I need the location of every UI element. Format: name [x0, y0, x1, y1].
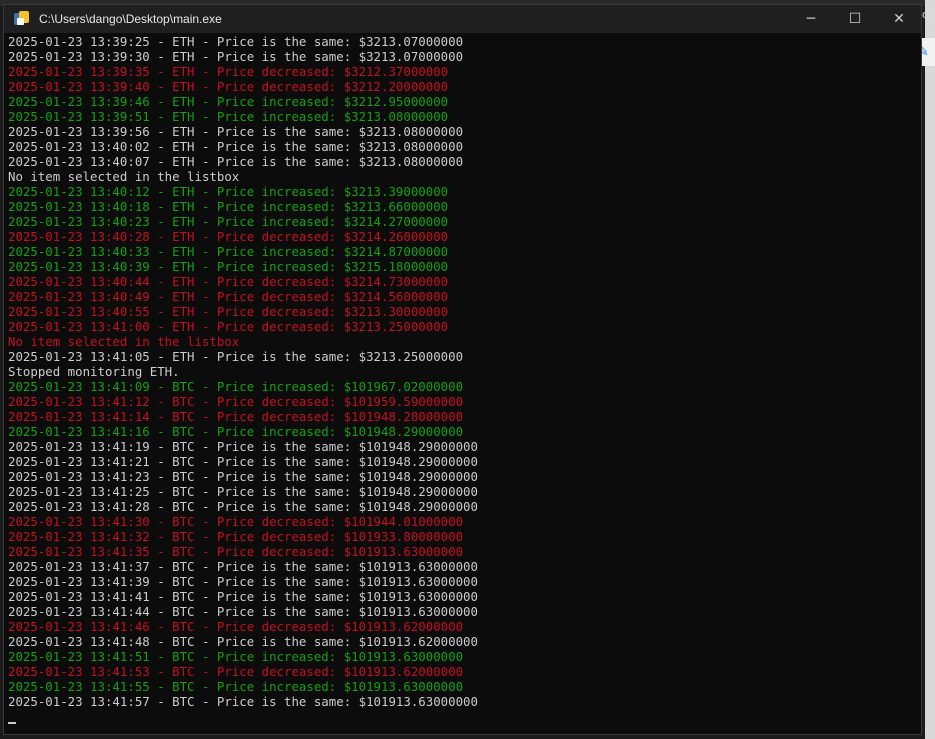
- console-line: 2025-01-23 13:41:44 - BTC - Price is the…: [8, 604, 478, 619]
- console-line: 2025-01-23 13:41:48 - BTC - Price is the…: [8, 634, 478, 649]
- console-line: 2025-01-23 13:41:19 - BTC - Price is the…: [8, 439, 478, 454]
- console-line: 2025-01-23 13:39:35 - ETH - Price decrea…: [8, 64, 449, 79]
- console-line: 2025-01-23 13:41:37 - BTC - Price is the…: [8, 559, 478, 574]
- console-line: 2025-01-23 13:39:25 - ETH - Price is the…: [8, 34, 464, 49]
- background-window-edge: [925, 0, 935, 739]
- console-line: No item selected in the listbox: [8, 334, 240, 349]
- console-line: 2025-01-23 13:40:33 - ETH - Price increa…: [8, 244, 449, 259]
- console-line: 2025-01-23 13:41:14 - BTC - Price decrea…: [8, 409, 464, 424]
- window-controls: ─ ☐ ✕: [789, 5, 921, 33]
- python-icon: [14, 11, 30, 27]
- console-line: 2025-01-23 13:41:23 - BTC - Price is the…: [8, 469, 478, 484]
- console-line: 2025-01-23 13:39:30 - ETH - Price is the…: [8, 49, 464, 64]
- console-line: 2025-01-23 13:39:46 - ETH - Price increa…: [8, 94, 449, 109]
- console-line: 2025-01-23 13:41:39 - BTC - Price is the…: [8, 574, 478, 589]
- console-line: Stopped monitoring ETH.: [8, 364, 180, 379]
- console-line: 2025-01-23 13:39:51 - ETH - Price increa…: [8, 109, 449, 124]
- console-line: 2025-01-23 13:41:09 - BTC - Price increa…: [8, 379, 464, 394]
- console-line: 2025-01-23 13:40:07 - ETH - Price is the…: [8, 154, 464, 169]
- title-bar[interactable]: C:\Users\dango\Desktop\main.exe ─ ☐ ✕: [4, 5, 921, 33]
- console-line: 2025-01-23 13:40:23 - ETH - Price increa…: [8, 214, 449, 229]
- console-window: C:\Users\dango\Desktop\main.exe ─ ☐ ✕ 20…: [3, 4, 922, 735]
- console-line: 2025-01-23 13:41:57 - BTC - Price is the…: [8, 694, 478, 709]
- console-line: 2025-01-23 13:41:51 - BTC - Price increa…: [8, 649, 464, 664]
- text-cursor: [8, 722, 16, 724]
- console-line: 2025-01-23 13:41:41 - BTC - Price is the…: [8, 589, 478, 604]
- console-line: 2025-01-23 13:41:32 - BTC - Price decrea…: [8, 529, 464, 544]
- console-line: 2025-01-23 13:41:30 - BTC - Price decrea…: [8, 514, 464, 529]
- console-line: 2025-01-23 13:41:05 - ETH - Price is the…: [8, 349, 464, 364]
- console-line: 2025-01-23 13:41:25 - BTC - Price is the…: [8, 484, 478, 499]
- console-line: 2025-01-23 13:40:28 - ETH - Price decrea…: [8, 229, 449, 244]
- background-window-text: om: [922, 8, 935, 21]
- console-line: 2025-01-23 13:40:12 - ETH - Price increa…: [8, 184, 449, 199]
- console-line: 2025-01-23 13:39:56 - ETH - Price is the…: [8, 124, 464, 139]
- console-line: 2025-01-23 13:40:39 - ETH - Price increa…: [8, 259, 449, 274]
- close-button[interactable]: ✕: [877, 5, 921, 33]
- console-line: 2025-01-23 13:41:55 - BTC - Price increa…: [8, 679, 464, 694]
- console-line: 2025-01-23 13:41:21 - BTC - Price is the…: [8, 454, 478, 469]
- minimize-button[interactable]: ─: [789, 5, 833, 33]
- console-line: 2025-01-23 13:40:18 - ETH - Price increa…: [8, 199, 449, 214]
- maximize-button[interactable]: ☐: [833, 5, 877, 33]
- console-line: 2025-01-23 13:41:12 - BTC - Price decrea…: [8, 394, 464, 409]
- console-line: 2025-01-23 13:41:16 - BTC - Price increa…: [8, 424, 464, 439]
- console-line: 2025-01-23 13:40:02 - ETH - Price is the…: [8, 139, 464, 154]
- window-title: C:\Users\dango\Desktop\main.exe: [39, 12, 222, 26]
- console-line: 2025-01-23 13:40:44 - ETH - Price decrea…: [8, 274, 449, 289]
- console-output[interactable]: 2025-01-23 13:39:25 - ETH - Price is the…: [8, 34, 908, 734]
- console-line: 2025-01-23 13:40:49 - ETH - Price decrea…: [8, 289, 449, 304]
- console-line: 2025-01-23 13:41:53 - BTC - Price decrea…: [8, 664, 464, 679]
- cursor-line: [8, 709, 908, 724]
- console-line: 2025-01-23 13:41:46 - BTC - Price decrea…: [8, 619, 464, 634]
- console-line: 2025-01-23 13:41:35 - BTC - Price decrea…: [8, 544, 464, 559]
- console-line: 2025-01-23 13:41:28 - BTC - Price is the…: [8, 499, 478, 514]
- scrollbar[interactable]: [913, 34, 919, 734]
- console-line: 2025-01-23 13:39:40 - ETH - Price decrea…: [8, 79, 449, 94]
- console-line: 2025-01-23 13:40:55 - ETH - Price decrea…: [8, 304, 449, 319]
- console-line: No item selected in the listbox: [8, 169, 240, 184]
- console-line: 2025-01-23 13:41:00 - ETH - Price decrea…: [8, 319, 449, 334]
